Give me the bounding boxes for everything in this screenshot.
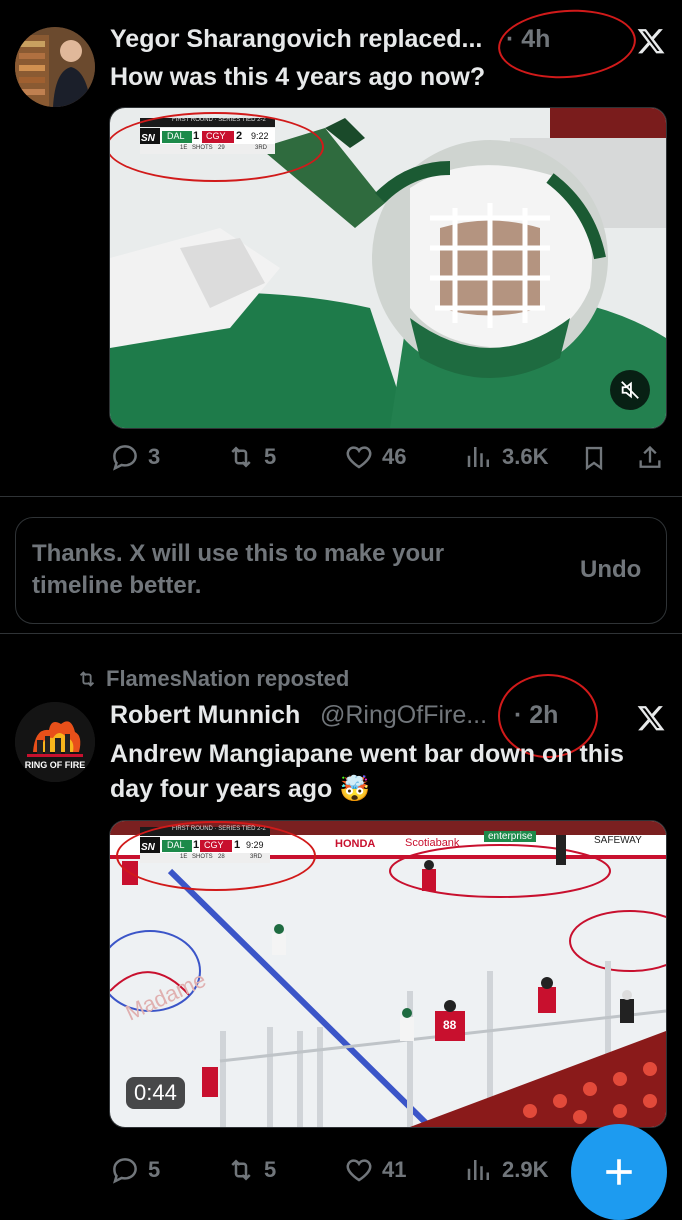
repost-icon [231,446,251,468]
annotation-circle [116,821,316,891]
views-count: 2.9K [502,1157,549,1182]
feedback-card: Thanks. X will use this to make your tim… [15,517,667,624]
views-icon [467,1160,489,1180]
like-button[interactable]: 41 [344,1155,406,1185]
author-avatar[interactable]: RING OF FIRE [15,702,95,782]
reply-icon [113,1158,137,1184]
tweet-video[interactable]: Madame FIRST ROUND · SERIES TIED 2-2 SN … [109,820,667,1128]
heart-icon [346,446,372,469]
compose-button[interactable] [571,1124,667,1220]
board-ad-honda: HONDA [335,838,376,850]
mute-button[interactable] [610,370,650,410]
divider [0,496,682,497]
x-logo-icon[interactable] [636,703,666,733]
undo-button[interactable]: Undo [580,556,641,584]
reply-button[interactable]: 5 [110,1155,160,1185]
like-button[interactable]: 46 [344,442,406,472]
video-duration: 0:44 [126,1077,185,1109]
heart-icon [346,1159,372,1182]
board-ad-scotiabank: Scotiabank [405,837,460,849]
jersey-number: 88 [443,1018,457,1032]
board-ad-enterprise: enterprise [484,831,537,842]
views-icon [467,447,489,467]
author-name[interactable]: Yegor Sharangovich replaced... [110,25,482,54]
reply-button[interactable]: 3 [110,442,160,472]
annotation-circle [110,112,324,182]
like-count: 46 [382,444,407,469]
repost-icon [79,671,95,687]
reply-count: 5 [148,1157,161,1182]
tweet-text: How was this 4 years ago now? [110,63,486,91]
views-button[interactable]: 2.9K [464,1155,548,1185]
like-count: 41 [382,1157,407,1182]
x-logo-icon[interactable] [636,26,666,56]
repost-indicator[interactable]: FlamesNation reposted [76,666,349,692]
divider [0,633,682,634]
repost-button[interactable]: 5 [226,442,276,472]
plus-icon [606,1159,632,1185]
repost-count: 5 [264,1157,277,1182]
mute-icon [621,381,639,399]
feedback-message: Thanks. X will use this to make your tim… [32,540,445,599]
avatar-logo-text: RING OF FIRE [24,760,86,770]
board-ad-safeway: SAFEWAY [594,835,642,846]
repost-by-text: FlamesNation reposted [106,666,350,691]
bookmark-icon[interactable] [580,444,608,472]
author-name[interactable]: Robert Munnich [110,701,300,730]
tweet-text: Andrew Mangiapane went bar down on this … [110,740,624,803]
author-handle[interactable]: @RingOfFire... [320,701,487,730]
repost-icon [231,1159,251,1181]
repost-button[interactable]: 5 [226,1155,276,1185]
reply-icon [113,445,137,471]
views-count: 3.6K [502,444,549,469]
tweet-video[interactable]: FIRST ROUND · SERIES TIED 2-2 SN DAL 1 C… [109,107,667,429]
reply-count: 3 [148,444,161,469]
views-button[interactable]: 3.6K [464,442,548,472]
share-icon[interactable] [636,444,664,472]
repost-count: 5 [264,444,277,469]
author-avatar[interactable] [15,27,95,107]
